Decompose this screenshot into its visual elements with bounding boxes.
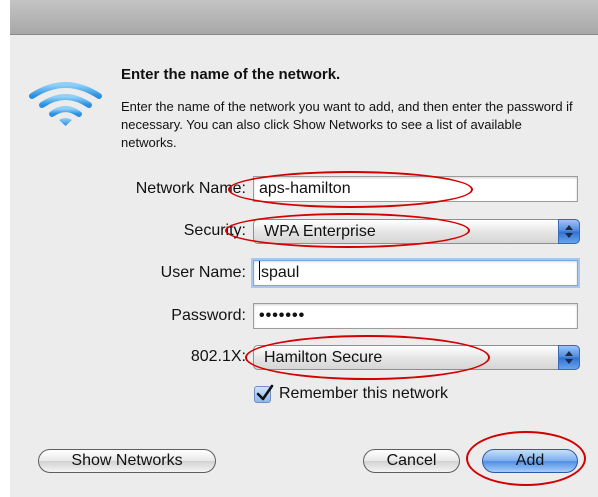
up-down-arrows-icon [558, 219, 580, 244]
security-select[interactable]: WPA Enterprise [253, 219, 580, 244]
checkmark-icon [256, 384, 274, 401]
security-value: WPA Enterprise [264, 223, 376, 240]
eap-label: 802.1X: [190, 348, 246, 365]
network-name-field[interactable]: aps-hamilton [253, 176, 578, 202]
remember-network-label[interactable]: Remember this network [279, 385, 448, 403]
user-name-label: User Name: [160, 264, 246, 281]
security-label: Security: [183, 222, 246, 239]
user-name-value: spaul [261, 264, 300, 281]
password-value: ••••••• [259, 307, 306, 324]
dialog-description: Enter the name of the network you want t… [121, 99, 573, 150]
window-titlebar [10, 0, 598, 35]
password-field[interactable]: ••••••• [253, 303, 578, 329]
text-cursor [259, 261, 260, 280]
user-name-field[interactable]: spaul [253, 260, 578, 286]
network-name-value: aps-hamilton [259, 180, 351, 197]
cancel-button[interactable]: Cancel [363, 449, 460, 473]
network-name-label: Network Name: [135, 180, 246, 197]
password-label: Password: [171, 307, 246, 324]
eap-value: Hamilton Secure [264, 349, 383, 366]
remember-network-checkbox[interactable] [254, 384, 274, 403]
dialog-heading: Enter the name of the network. [121, 66, 341, 83]
wifi-icon [29, 82, 102, 126]
show-networks-button[interactable]: Show Networks [38, 449, 216, 473]
up-down-arrows-icon [558, 345, 580, 370]
eap-select[interactable]: Hamilton Secure [253, 345, 580, 370]
add-button[interactable]: Add [482, 449, 578, 473]
